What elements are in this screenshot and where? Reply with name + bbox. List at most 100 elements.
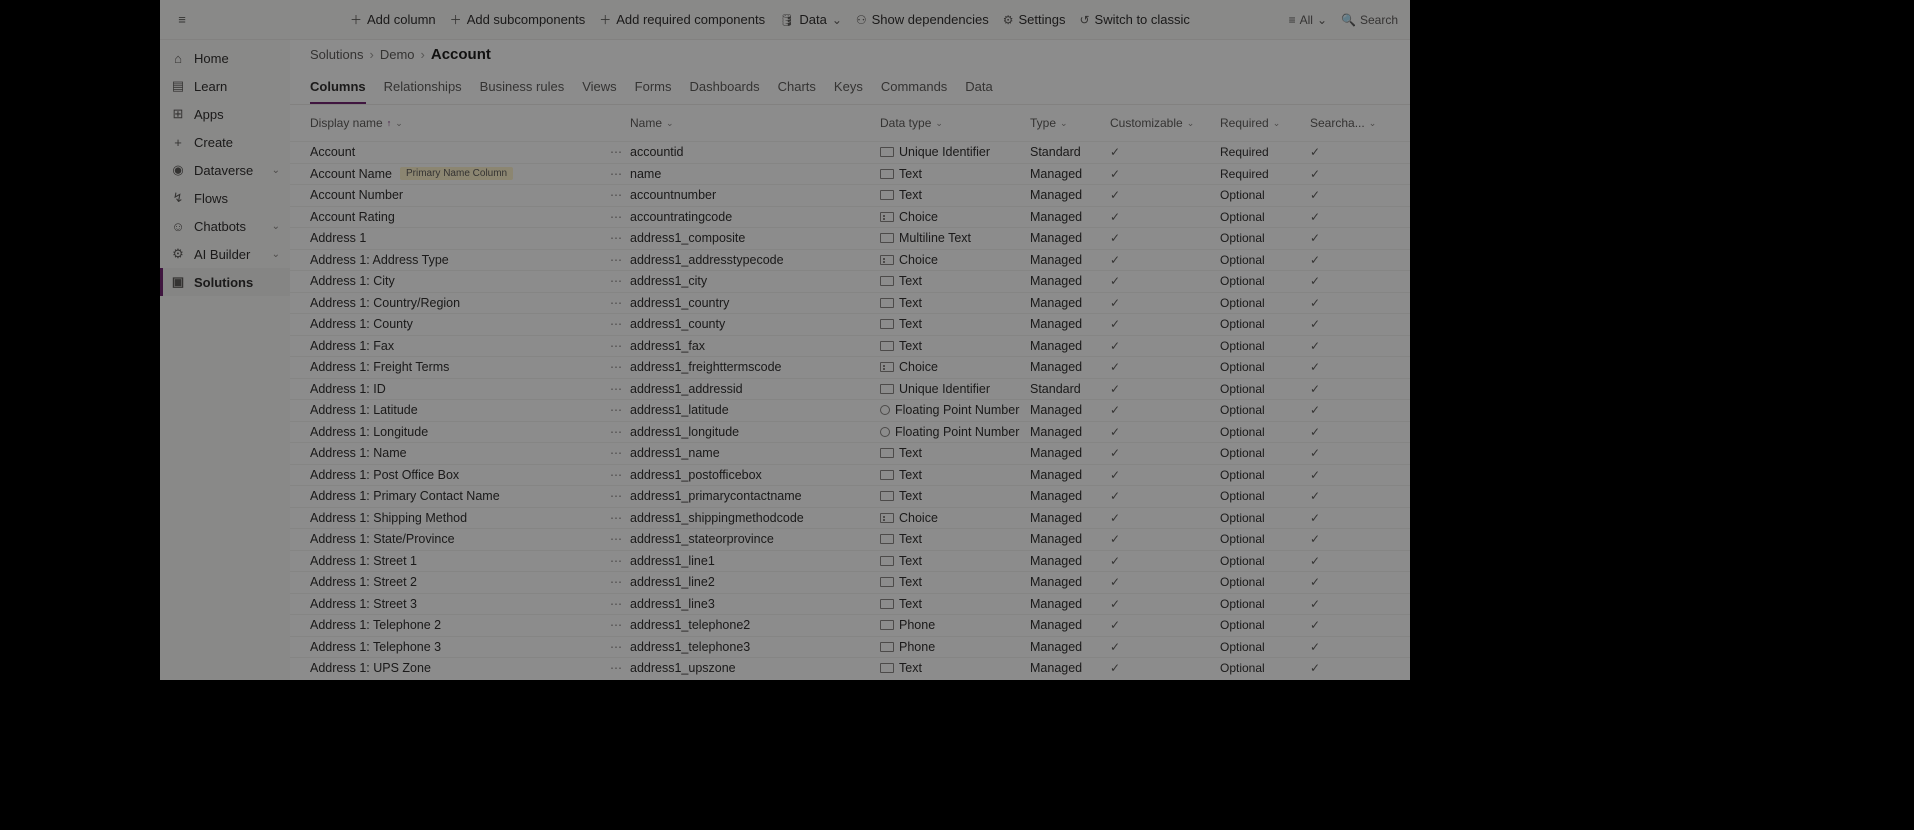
switch-classic-button[interactable]: ↺Switch to classic	[1079, 12, 1189, 27]
col-datatype[interactable]: Data type⌄	[880, 116, 1030, 130]
more-icon[interactable]: ⋯	[610, 489, 622, 503]
table-row[interactable]: Address 1: State/Province⋯address1_state…	[290, 528, 1410, 550]
cell-required: Optional	[1220, 661, 1310, 675]
col-displayname[interactable]: Display name↑⌄	[310, 116, 630, 130]
table-row[interactable]: Address 1: Address Type⋯address1_address…	[290, 249, 1410, 271]
add-subcomponents-button[interactable]: ＋Add subcomponents	[450, 11, 586, 28]
more-icon[interactable]: ⋯	[610, 532, 622, 546]
add-column-button[interactable]: ＋Add column	[350, 11, 436, 28]
table-row[interactable]: Address 1: Freight Terms⋯address1_freigh…	[290, 356, 1410, 378]
table-row[interactable]: Address 1: City⋯address1_cityTextManaged…	[290, 270, 1410, 292]
table-row[interactable]: Address 1: Latitude⋯address1_latitudeFlo…	[290, 399, 1410, 421]
more-icon[interactable]: ⋯	[610, 597, 622, 611]
nav-icon: ▤	[170, 78, 186, 94]
more-icon[interactable]: ⋯	[610, 253, 622, 267]
table-row[interactable]: Address 1: Post Office Box⋯address1_post…	[290, 464, 1410, 486]
table-row[interactable]: Address 1: Street 3⋯address1_line3TextMa…	[290, 593, 1410, 615]
table-row[interactable]: Address 1⋯address1_compositeMultiline Te…	[290, 227, 1410, 249]
nav-item-dataverse[interactable]: ◉Dataverse⌄	[160, 156, 290, 184]
table-row[interactable]: Address 1: Street 1⋯address1_line1TextMa…	[290, 550, 1410, 572]
nav-item-home[interactable]: ⌂Home	[160, 44, 290, 72]
datatype-icon	[880, 362, 894, 372]
nav-item-chatbots[interactable]: ☺Chatbots⌄	[160, 212, 290, 240]
more-icon[interactable]: ⋯	[610, 403, 622, 417]
table-row[interactable]: Address 1: Shipping Method⋯address1_ship…	[290, 507, 1410, 529]
cell-datatype: Choice	[899, 210, 938, 224]
columns-table: Display name↑⌄ Name⌄ Data type⌄ Type⌄ Cu…	[290, 105, 1410, 680]
col-type[interactable]: Type⌄	[1030, 116, 1110, 130]
data-menu[interactable]: 🛢Data⌄	[779, 12, 842, 27]
table-row[interactable]: Address 1: ID⋯address1_addressidUnique I…	[290, 378, 1410, 400]
table-row[interactable]: Address 1: Telephone 2⋯address1_telephon…	[290, 614, 1410, 636]
col-required[interactable]: Required⌄	[1220, 116, 1310, 130]
search-button[interactable]: 🔍Search	[1341, 13, 1398, 27]
nav-item-learn[interactable]: ▤Learn	[160, 72, 290, 100]
more-icon[interactable]: ⋯	[610, 274, 622, 288]
breadcrumb-level[interactable]: Demo	[380, 47, 415, 62]
table-row[interactable]: Account Number⋯accountnumberTextManaged✓…	[290, 184, 1410, 206]
chevron-down-icon: ⌄	[272, 221, 280, 232]
nav-item-solutions[interactable]: ▣Solutions	[160, 268, 290, 296]
hamburger-icon[interactable]: ≡	[172, 12, 192, 27]
tab-views[interactable]: Views	[582, 73, 616, 104]
more-icon[interactable]: ⋯	[610, 296, 622, 310]
more-icon[interactable]: ⋯	[610, 210, 622, 224]
table-row[interactable]: Address 1: UPS Zone⋯address1_upszoneText…	[290, 657, 1410, 679]
more-icon[interactable]: ⋯	[610, 167, 622, 181]
table-row[interactable]: Account NamePrimary Name Column⋯nameText…	[290, 163, 1410, 185]
tab-keys[interactable]: Keys	[834, 73, 863, 104]
more-icon[interactable]: ⋯	[610, 446, 622, 460]
table-row[interactable]: Address 1: Name⋯address1_nameTextManaged…	[290, 442, 1410, 464]
more-icon[interactable]: ⋯	[610, 382, 622, 396]
table-row[interactable]: Address 1: Longitude⋯address1_longitudeF…	[290, 421, 1410, 443]
cell-name: address1_latitude	[630, 403, 880, 417]
table-row[interactable]: Address 1: Country/Region⋯address1_count…	[290, 292, 1410, 314]
more-icon[interactable]: ⋯	[610, 145, 622, 159]
more-icon[interactable]: ⋯	[610, 425, 622, 439]
tab-business-rules[interactable]: Business rules	[480, 73, 565, 104]
more-icon[interactable]: ⋯	[610, 511, 622, 525]
col-customizable[interactable]: Customizable⌄	[1110, 116, 1220, 130]
table-row[interactable]: Address 1: Telephone 3⋯address1_telephon…	[290, 636, 1410, 658]
more-icon[interactable]: ⋯	[610, 339, 622, 353]
more-icon[interactable]: ⋯	[610, 231, 622, 245]
nav-item-flows[interactable]: ↯Flows	[160, 184, 290, 212]
nav-item-create[interactable]: +Create	[160, 128, 290, 156]
tab-dashboards[interactable]: Dashboards	[690, 73, 760, 104]
tab-columns[interactable]: Columns	[310, 73, 366, 104]
more-icon[interactable]: ⋯	[610, 661, 622, 675]
tab-forms[interactable]: Forms	[635, 73, 672, 104]
col-name[interactable]: Name⌄	[630, 116, 880, 130]
table-row[interactable]: Address 1: Primary Contact Name⋯address1…	[290, 485, 1410, 507]
breadcrumb-root[interactable]: Solutions	[310, 47, 363, 62]
tab-commands[interactable]: Commands	[881, 73, 947, 104]
more-icon[interactable]: ⋯	[610, 360, 622, 374]
cell-type: Managed	[1030, 425, 1110, 439]
col-searchable[interactable]: Searcha...⌄	[1310, 116, 1400, 130]
nav-item-ai-builder[interactable]: ⚙AI Builder⌄	[160, 240, 290, 268]
tab-charts[interactable]: Charts	[778, 73, 816, 104]
more-icon[interactable]: ⋯	[610, 640, 622, 654]
add-required-button[interactable]: ＋Add required components	[599, 11, 765, 28]
more-icon[interactable]: ⋯	[610, 575, 622, 589]
table-row[interactable]: Address 1: Street 2⋯address1_line2TextMa…	[290, 571, 1410, 593]
more-icon[interactable]: ⋯	[610, 188, 622, 202]
cell-required: Optional	[1220, 425, 1310, 439]
table-row[interactable]: Address 1: Fax⋯address1_faxTextManaged✓O…	[290, 335, 1410, 357]
nav-icon: ↯	[170, 190, 186, 206]
more-icon[interactable]: ⋯	[610, 468, 622, 482]
more-icon[interactable]: ⋯	[610, 317, 622, 331]
nav-item-apps[interactable]: ⊞Apps	[160, 100, 290, 128]
settings-button[interactable]: ⚙Settings	[1003, 12, 1066, 27]
show-deps-button[interactable]: ⚇Show dependencies	[856, 12, 989, 27]
table-row[interactable]: Account⋯accountidUnique IdentifierStanda…	[290, 141, 1410, 163]
filter-all-button[interactable]: ≡All⌄	[1289, 13, 1327, 27]
more-icon[interactable]: ⋯	[610, 618, 622, 632]
chevron-right-icon: ›	[369, 47, 373, 62]
tab-data[interactable]: Data	[965, 73, 992, 104]
tab-relationships[interactable]: Relationships	[384, 73, 462, 104]
more-icon[interactable]: ⋯	[610, 554, 622, 568]
table-row[interactable]: Account Rating⋯accountratingcodeChoiceMa…	[290, 206, 1410, 228]
settings-label: Settings	[1019, 12, 1066, 27]
table-row[interactable]: Address 1: County⋯address1_countyTextMan…	[290, 313, 1410, 335]
